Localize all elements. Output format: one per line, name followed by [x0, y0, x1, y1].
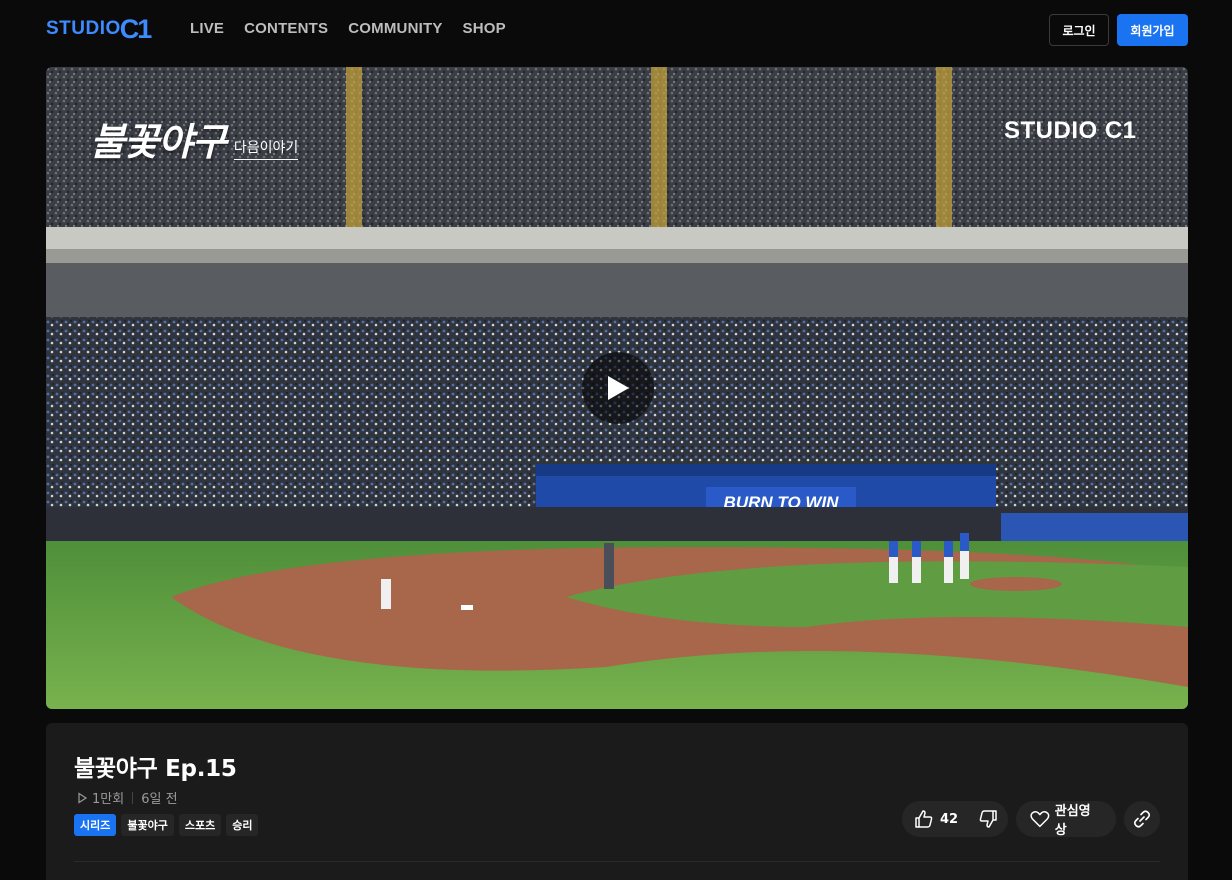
play-button[interactable]	[582, 352, 654, 424]
nav-live[interactable]: LIVE	[190, 20, 224, 37]
logo-text: STUDIO	[46, 18, 121, 39]
section-divider	[74, 861, 1160, 862]
like-button[interactable]: 42	[914, 809, 958, 829]
nav-contents[interactable]: CONTENTS	[244, 20, 328, 37]
video-title: 불꽃야구 Ep.15	[74, 756, 237, 782]
logo-mark: C1	[119, 13, 152, 44]
video-player[interactable]: BURN TO WIN 불꽃야구 다음이야기 STUDIO C1	[46, 67, 1188, 709]
studio-c1-logo[interactable]: STUDIO C1	[46, 13, 152, 44]
like-count: 42	[940, 811, 959, 827]
video-meta: 1만회 6일 전	[76, 788, 178, 807]
view-count: 1만회	[92, 792, 125, 807]
tag-series[interactable]: 시리즈	[74, 814, 117, 836]
copy-link-button[interactable]	[1124, 801, 1160, 837]
thumbs-down-icon	[979, 810, 997, 828]
views-play-icon	[78, 791, 88, 804]
overlay-studio-logo: STUDIO C1	[1004, 117, 1137, 144]
overlay-subtitle-text: 다음이야기	[233, 137, 299, 160]
nav-community[interactable]: COMMUNITY	[348, 20, 442, 37]
overlay-title-text: 불꽃야구	[90, 120, 227, 164]
video-info-panel: 불꽃야구 Ep.15 1만회 6일 전 시리즈 불꽃야구 스포츠 승리 42 관…	[46, 723, 1188, 880]
posted-date: 6일 전	[141, 792, 178, 807]
signup-button[interactable]: 회원가입	[1117, 14, 1188, 46]
favorite-label: 관심영상	[1054, 804, 1091, 838]
play-icon	[608, 376, 629, 400]
video-actions: 42 관심영상	[902, 801, 1160, 838]
meta-divider	[132, 791, 134, 804]
tag-list: 시리즈 불꽃야구 스포츠 승리	[74, 814, 259, 836]
top-header: STUDIO C1 LIVE CONTENTS COMMUNITY SHOP 로그…	[0, 0, 1232, 60]
dislike-button[interactable]	[978, 809, 998, 829]
show-title-overlay: 불꽃야구 다음이야기	[90, 111, 299, 166]
heart-icon	[1030, 811, 1050, 828]
tag-victory[interactable]: 승리	[226, 814, 259, 836]
thumbs-up-icon	[915, 810, 933, 828]
like-dislike-group: 42	[902, 801, 1008, 837]
login-button[interactable]: 로그인	[1049, 14, 1109, 46]
favorite-button[interactable]: 관심영상	[1016, 801, 1116, 838]
main-nav: LIVE CONTENTS COMMUNITY SHOP	[190, 20, 506, 37]
nav-shop[interactable]: SHOP	[463, 20, 506, 37]
tag-bulkkot-baseball[interactable]: 불꽃야구	[121, 814, 174, 836]
link-icon	[1133, 810, 1151, 828]
tag-sports[interactable]: 스포츠	[178, 814, 222, 836]
